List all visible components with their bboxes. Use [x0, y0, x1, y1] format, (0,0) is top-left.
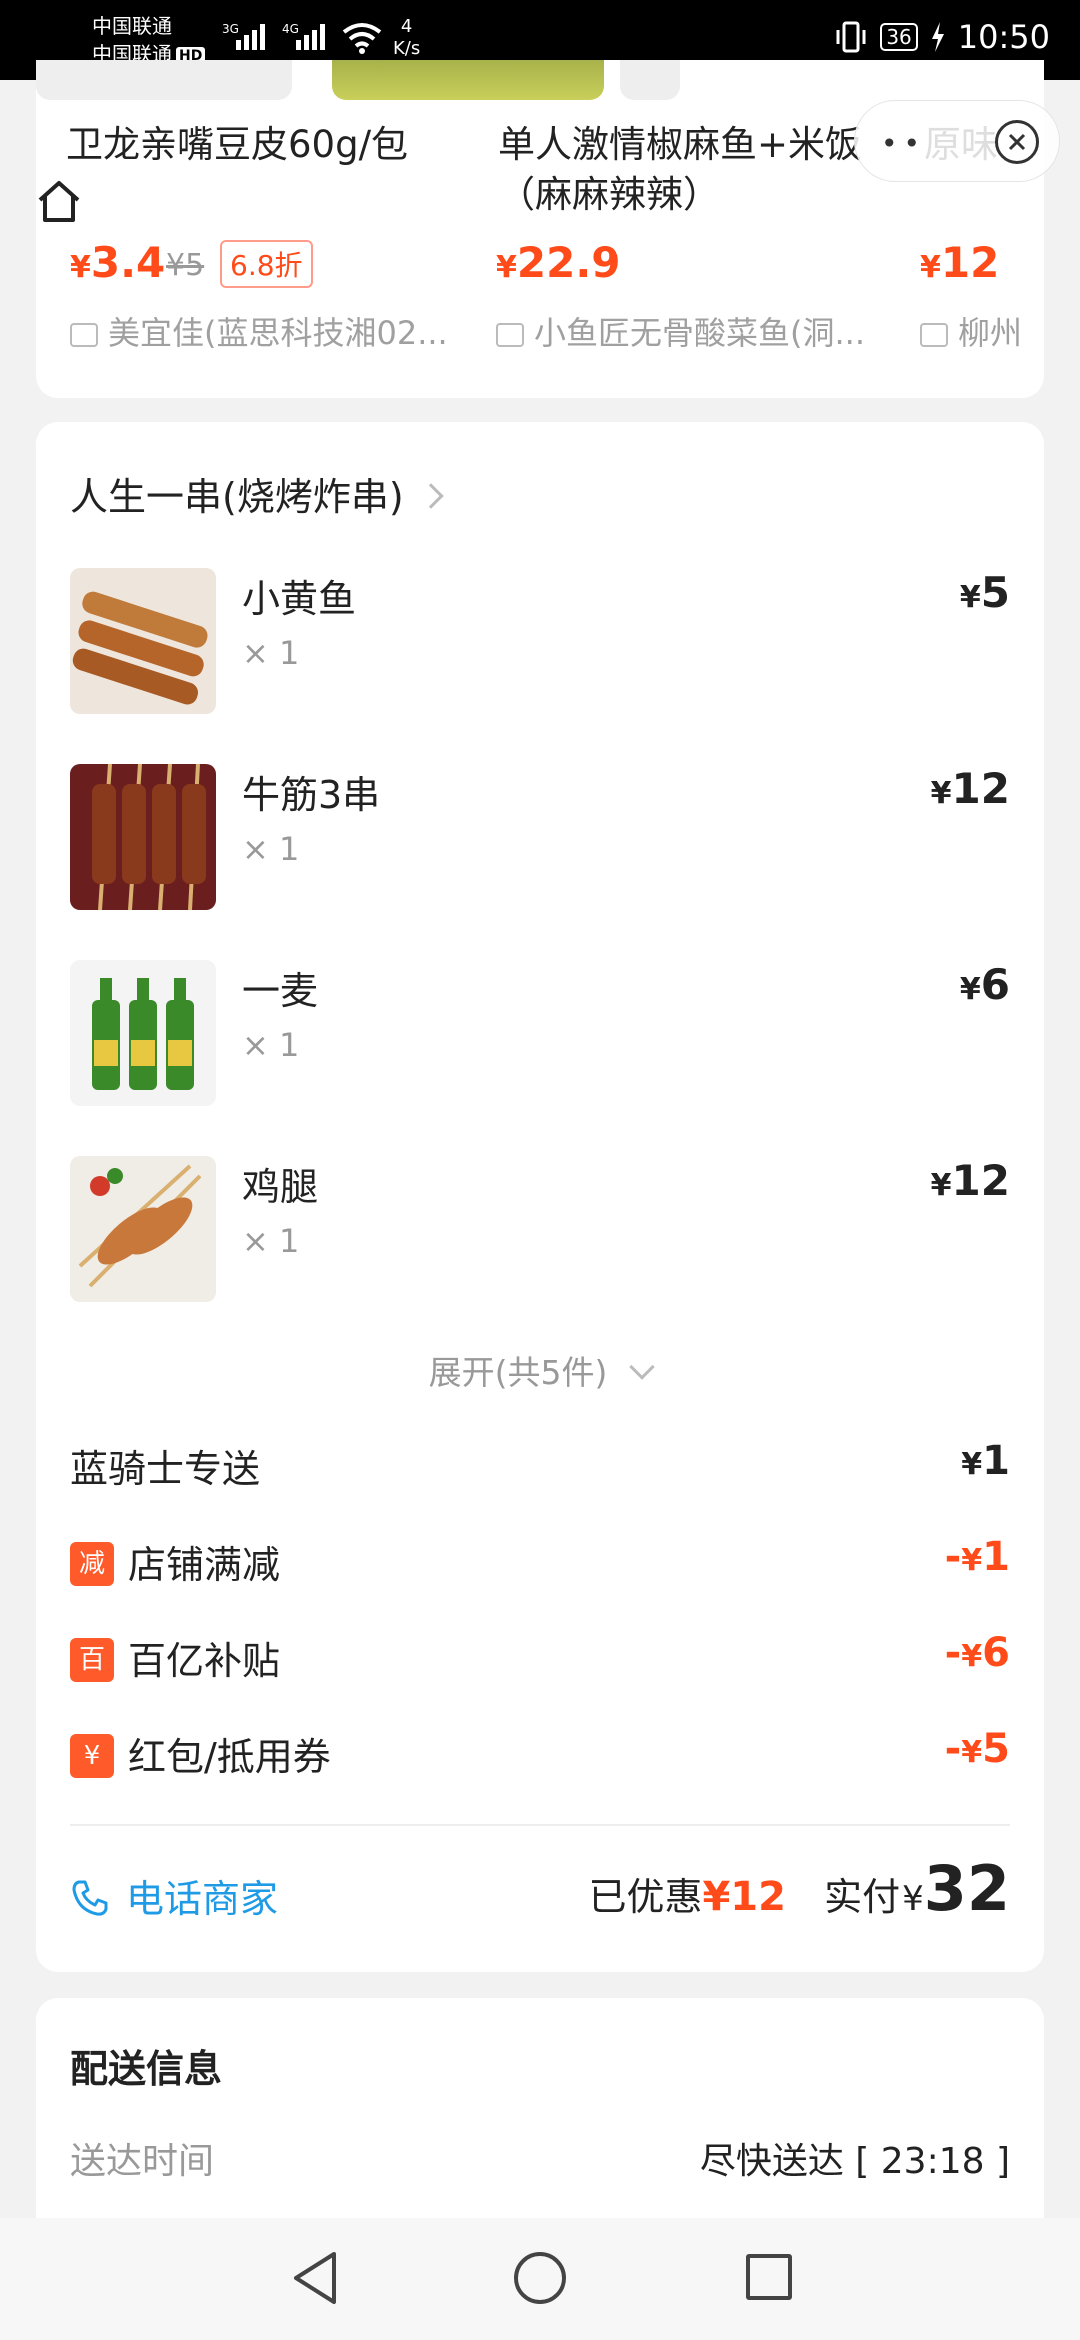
discount-tag-icon: 减	[70, 1541, 114, 1586]
item-name: 一麦	[242, 969, 319, 1013]
recents-icon[interactable]	[746, 2254, 792, 2300]
call-merchant-button[interactable]: 电话商家	[70, 1868, 278, 1923]
more-icon[interactable]: ••	[881, 127, 926, 160]
rec-name-2-line2[interactable]: （麻麻辣辣）	[498, 170, 720, 220]
item-qty: × 1	[242, 1026, 300, 1064]
delivery-time-value: 尽快送达 [ 23:18 ]	[699, 2141, 1010, 2182]
item-image-beer	[70, 960, 216, 1106]
fee-row-delivery: 蓝骑士专送 ¥1	[70, 1438, 1010, 1494]
charging-icon	[931, 22, 944, 52]
wifi-icon	[342, 23, 382, 54]
back-icon[interactable]	[290, 2250, 340, 2306]
rec-old-price-1: ¥5	[166, 248, 205, 283]
order-card: 人生一串(烧烤炸串) 小黄鱼 × 1 ¥5 牛筋3串 × 1 ¥12 一麦 × …	[36, 422, 1044, 1972]
order-item[interactable]: 一麦 × 1 ¥6	[70, 960, 1010, 1110]
fee-label: 蓝骑士专送	[70, 1447, 261, 1491]
rec-shop-3[interactable]: 柳州	[920, 308, 1044, 354]
rec-name-1[interactable]: 卫龙亲嘴豆皮60g/包	[66, 120, 408, 170]
fee-label: 百亿补贴	[128, 1639, 281, 1683]
shop-icon	[496, 323, 524, 347]
item-image-yellow-croaker	[70, 568, 216, 714]
phone-icon	[72, 1880, 108, 1916]
item-price: ¥5	[959, 568, 1010, 617]
pay-label: 实付	[824, 1875, 901, 1919]
discount-label: 已优惠	[588, 1875, 703, 1919]
chevron-down-icon	[629, 1353, 656, 1380]
rec-price-3: ¥12	[920, 238, 1000, 287]
home-button-icon[interactable]	[514, 2252, 566, 2304]
rec-image-1[interactable]	[36, 60, 292, 100]
fee-label: 红包/抵用券	[128, 1735, 331, 1779]
fee-row-shop-discount: 减店铺满减 -¥1	[70, 1534, 1010, 1590]
rec-price-1: ¥3.4	[70, 238, 166, 287]
rec-image-3[interactable]	[620, 60, 680, 100]
status-right: 36 10:50	[834, 18, 1050, 56]
fee-value: -¥5	[944, 1726, 1010, 1772]
item-image-beef-tendon	[70, 764, 216, 910]
net-speed: 4 K/s	[393, 16, 421, 59]
delivery-title: 配送信息	[70, 2047, 223, 2091]
shop-name-link[interactable]: 人生一串(烧烤炸串)	[70, 466, 444, 521]
item-price: ¥12	[930, 1156, 1010, 1205]
rec-discount-badge: 6.8折	[220, 240, 313, 288]
battery-icon: 36	[880, 23, 918, 51]
system-nav-bar	[0, 2218, 1080, 2340]
delivery-time-label: 送达时间	[70, 2141, 215, 2182]
fee-row-coupon: ¥ 红包/抵用券 -¥5	[70, 1726, 1010, 1782]
item-qty: × 1	[242, 1222, 300, 1260]
item-name: 牛筋3串	[242, 773, 381, 817]
rec-image-2[interactable]	[332, 60, 604, 100]
carrier-1: 中国联通	[92, 14, 172, 38]
rec-shop-1[interactable]: 美宜佳(蓝思科技湘02...	[70, 308, 490, 354]
mini-program-capsule: ••	[854, 100, 1060, 182]
coupon-tag-icon: ¥	[70, 1733, 114, 1778]
rec-name-2-line1[interactable]: 单人激情椒麻鱼+米饭	[498, 120, 862, 170]
fee-value: ¥1	[961, 1438, 1010, 1484]
order-item[interactable]: 鸡腿 × 1 ¥12	[70, 1156, 1010, 1306]
item-name: 鸡腿	[242, 1165, 319, 1209]
order-item[interactable]: 牛筋3串 × 1 ¥12	[70, 764, 1010, 914]
chevron-right-icon	[417, 482, 444, 509]
item-name: 小黄鱼	[242, 577, 357, 621]
pay-value: 32	[923, 1852, 1010, 1925]
expand-items-button[interactable]: 展开(共5件)	[36, 1346, 1044, 1394]
fee-row-subsidy: 百百亿补贴 -¥6	[70, 1630, 1010, 1686]
subsidy-tag-icon: 百	[70, 1637, 114, 1682]
fee-label: 店铺满减	[128, 1543, 281, 1587]
item-image-chicken-leg	[70, 1156, 216, 1302]
divider	[70, 1824, 1010, 1826]
order-summary: 已优惠¥12 实付¥32	[588, 1852, 1010, 1925]
shop-icon	[920, 323, 948, 347]
order-item[interactable]: 小黄鱼 × 1 ¥5	[70, 568, 1010, 718]
clock: 10:50	[957, 18, 1050, 56]
rec-shop-2[interactable]: 小鱼匠无骨酸菜鱼(洞...	[496, 308, 916, 354]
fee-value: -¥6	[944, 1630, 1010, 1676]
discount-value: ¥12	[702, 1874, 786, 1920]
vibrate-icon	[836, 21, 866, 53]
item-price: ¥12	[930, 764, 1010, 813]
item-price: ¥6	[959, 960, 1010, 1009]
rec-price-2: ¥22.9	[496, 238, 621, 287]
fee-value: -¥1	[944, 1534, 1010, 1580]
shop-icon	[70, 323, 98, 347]
home-icon[interactable]	[36, 178, 82, 224]
item-qty: × 1	[242, 830, 300, 868]
item-qty: × 1	[242, 634, 300, 672]
close-icon[interactable]	[995, 120, 1039, 164]
